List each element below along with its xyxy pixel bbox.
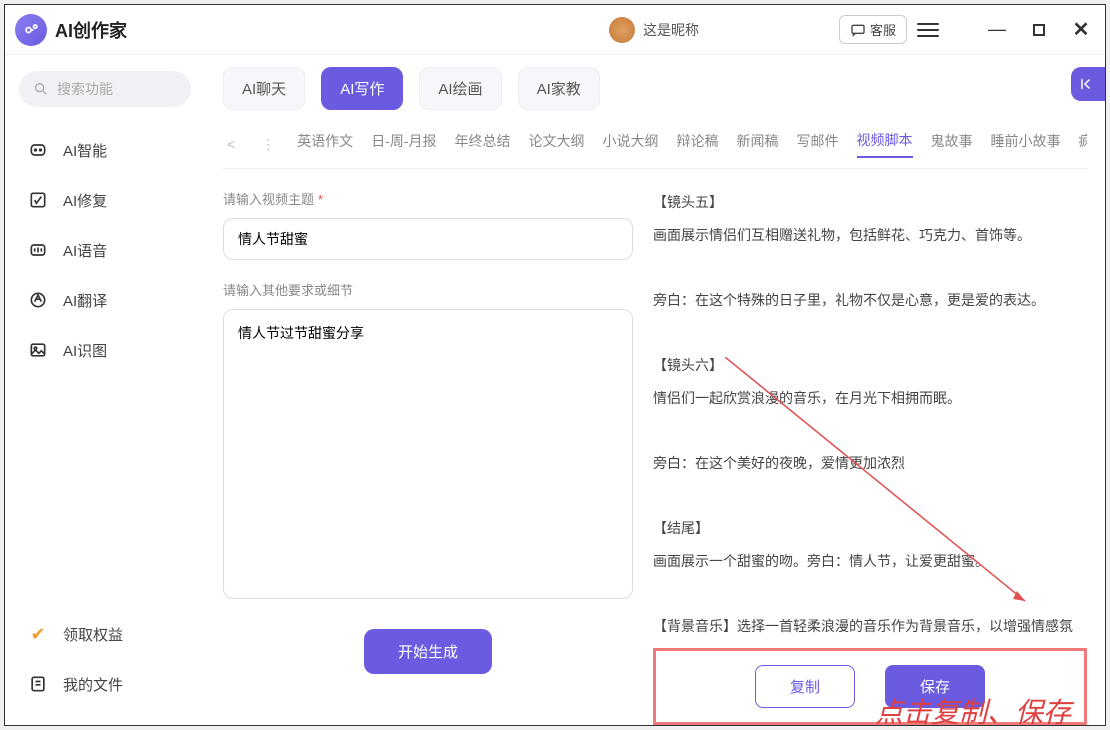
sidebar-item-label: AI语音: [63, 240, 107, 261]
sidebar-item-label: AI修复: [63, 190, 107, 211]
output-line: 旁白：在这个美好的夜晚，爱情更加浓烈: [653, 450, 1077, 477]
output-line: 【镜头五】: [653, 189, 1077, 216]
sidebar-item-ai-smart[interactable]: AI智能: [19, 125, 191, 175]
customer-service-label: 客服: [870, 20, 896, 39]
topic-label: 请输入视频主题*: [223, 189, 633, 208]
app-logo: [15, 14, 47, 46]
template-item[interactable]: 小说大纲: [603, 131, 659, 157]
window-maximize-button[interactable]: [1025, 16, 1053, 44]
window-close-button[interactable]: ✕: [1067, 16, 1095, 44]
template-item[interactable]: 英语作文: [297, 131, 353, 157]
main-area: AI聊天 AI写作 AI绘画 AI家教 < ⋮ 英语作文 日-周-月报 年终总结…: [205, 55, 1105, 725]
generate-button[interactable]: 开始生成: [364, 629, 492, 674]
hamburger-menu-icon[interactable]: [917, 19, 939, 41]
customer-service-button[interactable]: 客服: [839, 15, 907, 44]
template-item[interactable]: 新闻稿: [737, 131, 779, 157]
user-nickname: 这是昵称: [643, 20, 699, 40]
sidebar: 搜索功能 AI智能 AI修复 AI语音 AI翻译 AI识图: [5, 55, 205, 725]
files-icon: [27, 673, 49, 695]
template-item[interactable]: 年终总结: [455, 131, 511, 157]
template-item[interactable]: 辩论稿: [677, 131, 719, 157]
save-button[interactable]: 保存: [885, 665, 985, 708]
ai-smart-icon: [27, 139, 49, 161]
mode-tabs: AI聊天 AI写作 AI绘画 AI家教: [223, 67, 1087, 110]
search-icon: [33, 81, 49, 97]
output-line: 画面展示一个甜蜜的吻。旁白：情人节，让爱更甜蜜。: [653, 548, 1077, 575]
search-input[interactable]: 搜索功能: [19, 71, 191, 107]
output-line: 【结尾】: [653, 515, 1077, 542]
app-title: AI创作家: [55, 17, 127, 43]
template-item[interactable]: 睡前小故事: [991, 131, 1061, 157]
output-text[interactable]: 【镜头五】 画面展示情侣们互相赠送礼物，包括鲜花、巧克力、首饰等。 旁白：在这个…: [653, 189, 1087, 634]
benefit-icon: ✔: [27, 623, 49, 645]
sidebar-item-ai-repair[interactable]: AI修复: [19, 175, 191, 225]
ai-image-icon: [27, 339, 49, 361]
sidebar-item-ai-image[interactable]: AI识图: [19, 325, 191, 375]
ai-repair-icon: [27, 189, 49, 211]
template-item[interactable]: 论文大纲: [529, 131, 585, 157]
sidebar-item-label: AI识图: [63, 340, 107, 361]
topic-input[interactable]: [223, 218, 633, 260]
sidebar-item-benefit[interactable]: ✔ 领取权益: [19, 609, 191, 659]
window-minimize-button[interactable]: ―: [983, 16, 1011, 44]
ai-translate-icon: [27, 289, 49, 311]
output-line: 【背景音乐】选择一首轻柔浪漫的音乐作为背景音乐，以增强情感氛围。: [653, 613, 1077, 634]
template-item-active[interactable]: 视频脚本: [857, 130, 913, 158]
copy-button[interactable]: 复制: [755, 665, 855, 708]
sidebar-item-files[interactable]: 我的文件: [19, 659, 191, 709]
output-line: 【镜头六】: [653, 352, 1077, 379]
ai-voice-icon: [27, 239, 49, 261]
sidebar-item-ai-translate[interactable]: AI翻译: [19, 275, 191, 325]
output-line: 旁白：在这个特殊的日子里，礼物不仅是心意，更是爱的表达。: [653, 287, 1077, 314]
sidebar-item-label: 领取权益: [63, 624, 123, 645]
detail-textarea[interactable]: [223, 309, 633, 599]
sidebar-item-label: AI智能: [63, 140, 107, 161]
tab-ai-tutor[interactable]: AI家教: [518, 67, 600, 110]
template-more-icon[interactable]: ⋮: [257, 136, 279, 153]
template-item[interactable]: 写邮件: [797, 131, 839, 157]
tab-ai-write[interactable]: AI写作: [321, 67, 403, 110]
tab-ai-chat[interactable]: AI聊天: [223, 67, 305, 110]
search-placeholder: 搜索功能: [57, 79, 113, 99]
template-tabs: < ⋮ 英语作文 日-周-月报 年终总结 论文大纲 小说大纲 辩论稿 新闻稿 写…: [223, 124, 1087, 169]
back-arrow-icon: [1079, 75, 1097, 93]
template-item[interactable]: 日-周-月报: [371, 131, 436, 157]
chat-icon: [850, 22, 866, 38]
user-avatar[interactable]: [609, 17, 635, 43]
back-button[interactable]: [1071, 67, 1105, 101]
sidebar-item-label: 我的文件: [63, 674, 123, 695]
output-panel: 【镜头五】 画面展示情侣们互相赠送礼物，包括鲜花、巧克力、首饰等。 旁白：在这个…: [653, 189, 1087, 725]
action-button-box: 复制 保存: [653, 648, 1087, 725]
detail-label: 请输入其他要求或细节: [223, 280, 633, 299]
template-item[interactable]: 疯: [1079, 131, 1087, 157]
sidebar-item-ai-voice[interactable]: AI语音: [19, 225, 191, 275]
input-panel: 请输入视频主题* 请输入其他要求或细节 开始生成: [223, 189, 633, 725]
tab-ai-draw[interactable]: AI绘画: [419, 67, 501, 110]
titlebar: AI创作家 这是昵称 客服 ― ✕: [5, 5, 1105, 55]
template-item[interactable]: 鬼故事: [931, 131, 973, 157]
output-line: 画面展示情侣们互相赠送礼物，包括鲜花、巧克力、首饰等。: [653, 222, 1077, 249]
sidebar-item-label: AI翻译: [63, 290, 107, 311]
output-line: 情侣们一起欣赏浪漫的音乐，在月光下相拥而眠。: [653, 385, 1077, 412]
template-prev-button[interactable]: <: [223, 136, 239, 152]
